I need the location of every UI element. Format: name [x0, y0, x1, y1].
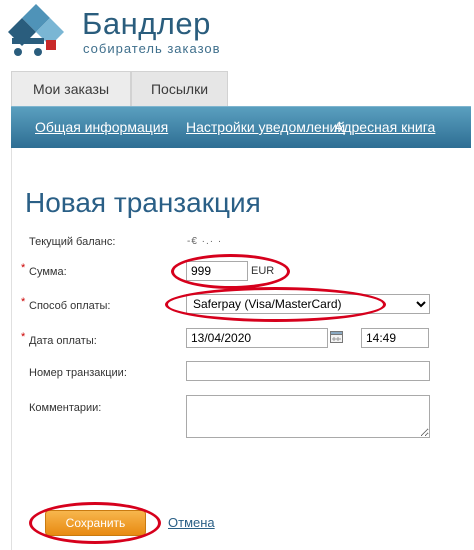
brand-tagline: собиратель заказов [83, 41, 221, 56]
amount-highlight-circle [171, 254, 290, 289]
amount-label: Сумма: [29, 266, 67, 278]
payment-highlight-circle [165, 287, 386, 322]
payment-date-label: Дата оплаты: [29, 335, 97, 347]
payment-time-input[interactable] [361, 328, 429, 348]
nav-general-info[interactable]: Общая информация [35, 119, 168, 135]
transaction-number-label: Номер транзакции: [29, 367, 127, 379]
page-title: Новая транзакция [25, 186, 261, 218]
comments-textarea[interactable] [186, 395, 430, 438]
payment-method-label: Способ оплаты: [29, 300, 111, 312]
nav-address-book[interactable]: Адресная книга [334, 119, 435, 135]
balance-label: Текущий баланс: [29, 236, 116, 248]
save-highlight-circle [29, 502, 161, 544]
bundler-logo-icon [8, 4, 64, 56]
cancel-link[interactable]: Отмена [168, 515, 215, 530]
payment-date-input[interactable] [186, 328, 328, 348]
panel-left-border [11, 148, 12, 550]
payment-required-mark: * [21, 296, 26, 308]
calendar-icon[interactable] [330, 330, 343, 343]
brand-name: Бандлер [82, 6, 211, 41]
nav-notification-settings[interactable]: Настройки уведомлений [186, 119, 345, 135]
comments-label: Комментарии: [29, 402, 102, 414]
amount-required-mark: * [21, 262, 26, 274]
transaction-number-input[interactable] [186, 361, 430, 381]
date-required-mark: * [21, 331, 26, 343]
balance-value: -€ ·.· · [187, 236, 223, 247]
sub-navigation-bar: Общая информация Настройки уведомлений А… [11, 106, 471, 148]
tab-parcels[interactable]: Посылки [131, 71, 228, 106]
tab-my-orders[interactable]: Мои заказы [11, 71, 131, 106]
